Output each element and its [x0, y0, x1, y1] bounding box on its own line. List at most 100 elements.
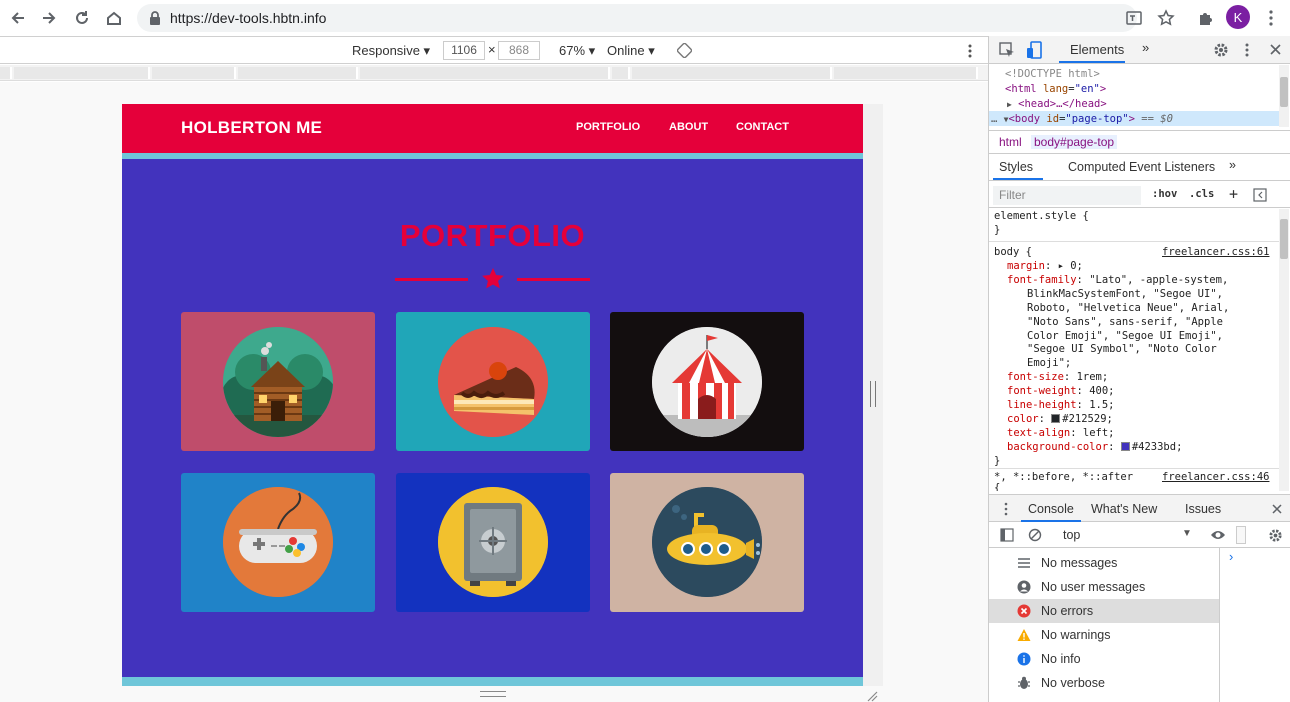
close-icon[interactable] [1270, 44, 1281, 55]
css-declaration-continued[interactable]: Emoji"; [1027, 357, 1071, 371]
hov-toggle[interactable]: :hov [1152, 188, 1177, 200]
back-button[interactable] [6, 6, 30, 30]
media-query-bar[interactable] [0, 65, 988, 81]
console-filter-warnings[interactable]: No warnings [989, 623, 1219, 647]
dom-doctype[interactable]: <!DOCTYPE html> [1005, 67, 1100, 82]
dom-html-node[interactable]: <html lang="en"> [1005, 82, 1106, 97]
universal-rule-source-link[interactable]: freelancer.css:46 [1162, 471, 1269, 485]
drawer-tab-issues[interactable]: Issues [1185, 502, 1221, 516]
css-declaration[interactable]: margin: ▸ 0; [1007, 260, 1083, 274]
device-select[interactable]: Responsive ▾ [352, 43, 430, 59]
console-prompt-icon[interactable]: › [1229, 549, 1233, 564]
translate-button[interactable] [1122, 6, 1146, 30]
css-declaration[interactable]: font-size: 1rem; [1007, 371, 1108, 385]
devtools-menu-icon[interactable] [1243, 42, 1251, 58]
drawer-menu-icon[interactable] [1003, 502, 1009, 516]
color-swatch[interactable] [1120, 441, 1130, 451]
gear-icon[interactable] [1213, 42, 1229, 58]
css-declaration[interactable]: font-weight: 400; [1007, 385, 1115, 399]
throttle-select[interactable]: Online ▾ [607, 43, 655, 59]
dom-scrollbar[interactable] [1279, 65, 1289, 127]
device-more-icon[interactable] [965, 43, 975, 59]
device-toggle-icon[interactable] [1026, 41, 1042, 59]
console-filter-info[interactable]: No info [989, 647, 1219, 671]
dom-body-node[interactable]: … ▼<body id="page-top"> == $0 [991, 112, 1173, 127]
styles-filter-input[interactable]: Filter [993, 186, 1141, 205]
safe-icon [438, 487, 548, 597]
dom-head-node[interactable]: ▶ <head>…</head> [1007, 97, 1107, 112]
viewport-corner-resize-handle[interactable] [866, 690, 878, 702]
home-button[interactable] [102, 6, 126, 30]
nav-link-portfolio[interactable]: PORTFOLIO [576, 121, 640, 133]
height-input[interactable]: 868 [498, 41, 540, 60]
forward-button[interactable] [37, 6, 61, 30]
console-filter-errors[interactable]: No errors [989, 599, 1219, 623]
chrome-menu-button[interactable] [1259, 6, 1283, 30]
color-swatch[interactable] [1051, 413, 1061, 423]
tab-computed[interactable]: Computed [1068, 160, 1126, 174]
console-filter-user-messages[interactable]: No user messages [989, 575, 1219, 599]
css-declaration[interactable]: font-family: "Lato", -apple-system, [1007, 274, 1228, 288]
viewport-width-resize-handle[interactable] [870, 381, 876, 407]
tab-elements[interactable]: Elements [1070, 42, 1124, 57]
nav-link-about[interactable]: ABOUT [669, 121, 708, 133]
breadcrumb-body[interactable]: body#page-top [1031, 135, 1118, 149]
body-rule-selector[interactable]: body { [994, 246, 1032, 260]
portfolio-item-cake[interactable] [396, 312, 590, 451]
css-property-name: margin [1007, 260, 1045, 272]
css-declaration[interactable]: line-height: 1.5; [1007, 399, 1115, 413]
profile-avatar[interactable]: K [1226, 5, 1250, 29]
nav-link-contact[interactable]: CONTACT [736, 121, 789, 133]
css-declaration[interactable]: color: #212529; [1007, 413, 1113, 427]
portfolio-item-submarine[interactable] [610, 473, 804, 612]
css-declaration-continued[interactable]: Color Emoji", "Segoe UI Emoji", [1027, 330, 1223, 344]
css-declaration-continued[interactable]: "Segoe UI Symbol", "Noto Color [1027, 343, 1217, 357]
body-rule-source-link[interactable]: freelancer.css:61 [1162, 246, 1269, 260]
address-bar[interactable]: https://dev-tools.hbtn.info [137, 4, 1137, 32]
console-filter-input[interactable] [1236, 526, 1246, 544]
console-filter-messages[interactable]: No messages [989, 551, 1219, 575]
star-icon [1157, 9, 1175, 26]
drawer-tab-whats-new[interactable]: What's New [1091, 502, 1157, 516]
zoom-select[interactable]: 67% ▾ [559, 43, 595, 59]
element-style-rule[interactable]: element.style { [994, 210, 1089, 224]
viewport-height-resize-handle[interactable] [480, 691, 506, 697]
reload-button[interactable] [70, 6, 94, 30]
portfolio-item-circus[interactable] [610, 312, 804, 451]
css-declaration-continued[interactable]: Roboto, "Helvetica Neue", Arial, [1027, 302, 1229, 316]
close-drawer-icon[interactable] [1272, 504, 1282, 514]
extensions-button[interactable] [1194, 6, 1218, 30]
clear-console-icon[interactable] [1028, 528, 1042, 542]
site-brand[interactable]: HOLBERTON ME [181, 118, 322, 138]
tab-event-listeners[interactable]: Event Listeners [1129, 160, 1215, 174]
portfolio-item-game[interactable] [181, 473, 375, 612]
console-filter-verbose[interactable]: No verbose [989, 671, 1219, 695]
universal-rule-selector[interactable]: *, *::before, *::after [994, 471, 1133, 485]
url-text[interactable]: https://dev-tools.hbtn.info [170, 10, 326, 26]
css-property-name: font-size [1007, 371, 1064, 384]
css-declaration[interactable]: background-color: #4233bd; [1007, 441, 1182, 455]
more-tabs-icon[interactable]: » [1142, 40, 1149, 55]
console-settings-icon[interactable] [1268, 528, 1283, 543]
bookmark-button[interactable] [1154, 6, 1178, 30]
inspect-element-icon[interactable] [999, 42, 1015, 58]
css-declaration-continued[interactable]: "Noto Sans", sans-serif, "Apple [1027, 316, 1223, 330]
styles-scrollbar[interactable] [1279, 209, 1289, 491]
width-input[interactable]: 1106 [443, 41, 485, 60]
context-dropdown-icon[interactable]: ▼ [1182, 528, 1192, 539]
rotate-icon[interactable] [677, 43, 692, 58]
console-context-select[interactable]: top [1063, 528, 1080, 542]
drawer-tab-console[interactable]: Console [1028, 502, 1074, 516]
toggle-sidebar-icon[interactable] [1253, 188, 1267, 202]
portfolio-item-safe[interactable] [396, 473, 590, 612]
eye-icon[interactable] [1210, 529, 1226, 541]
console-sidebar-icon[interactable] [1000, 528, 1014, 542]
css-declaration-continued[interactable]: BlinkMacSystemFont, "Segoe UI", [1027, 288, 1223, 302]
portfolio-item-cabin[interactable] [181, 312, 375, 451]
cls-toggle[interactable]: .cls [1189, 188, 1214, 200]
more-subtabs-icon[interactable]: » [1229, 158, 1236, 172]
new-rule-icon[interactable]: + [1229, 185, 1238, 203]
css-declaration[interactable]: text-align: left; [1007, 427, 1114, 441]
breadcrumb-html[interactable]: html [999, 135, 1022, 149]
tab-styles[interactable]: Styles [999, 160, 1033, 174]
